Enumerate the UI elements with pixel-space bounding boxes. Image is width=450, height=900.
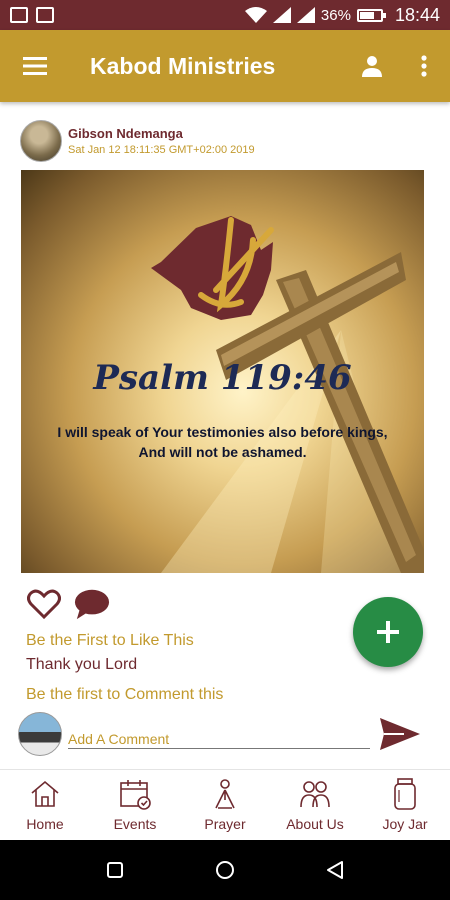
- battery-icon: [356, 8, 386, 22]
- user-avatar: [18, 712, 62, 756]
- nav-prayer-label: Prayer: [204, 816, 246, 832]
- status-bar: 36% 18:44: [0, 0, 450, 30]
- like-button[interactable]: [26, 587, 62, 621]
- battery-percentage: 36%: [320, 6, 351, 24]
- square-icon: [107, 862, 123, 878]
- send-comment-button[interactable]: [378, 714, 422, 754]
- people-icon: [300, 781, 330, 808]
- verse-line-2: And will not be ashamed.: [138, 444, 307, 460]
- post-date: Sat Jan 12 18:11:35 GMT+02:00 2019: [68, 144, 255, 156]
- nav-joy-jar-label: Joy Jar: [382, 816, 428, 832]
- image-heading: Psalm 119:46: [93, 358, 352, 398]
- nav-about[interactable]: About Us: [270, 770, 360, 840]
- author-avatar[interactable]: [20, 120, 62, 162]
- add-post-button[interactable]: [353, 597, 423, 667]
- comments-text[interactable]: Be the first to Comment this: [26, 686, 223, 704]
- plus-icon: [377, 621, 399, 643]
- send-icon: [380, 718, 420, 750]
- circle-icon: [216, 861, 234, 879]
- post-actions: [26, 587, 110, 621]
- system-navigation-bar: [0, 840, 450, 900]
- nav-about-label: About Us: [286, 816, 344, 832]
- likes-text[interactable]: Be the First to Like This: [26, 632, 194, 650]
- back-triangle-icon: [327, 861, 343, 879]
- image-icon: [10, 7, 28, 23]
- home-system-button[interactable]: [205, 850, 245, 890]
- profile-icon: [362, 56, 382, 77]
- back-button[interactable]: [315, 850, 355, 890]
- calendar-icon: [120, 780, 151, 810]
- recent-apps-button[interactable]: [95, 850, 135, 890]
- comment-composer: [18, 710, 432, 758]
- post-caption: Thank you Lord: [26, 656, 138, 673]
- nav-events[interactable]: Events: [90, 770, 180, 840]
- home-icon: [31, 780, 59, 807]
- nav-home[interactable]: Home: [0, 770, 90, 840]
- comment-button[interactable]: [74, 587, 110, 621]
- wifi-icon: [244, 7, 267, 23]
- post-author[interactable]: Gibson Ndemanga: [68, 126, 255, 141]
- prayer-icon: [215, 779, 235, 809]
- heart-icon: [27, 589, 61, 619]
- signal-icon: [296, 7, 315, 23]
- nav-events-label: Events: [113, 816, 157, 832]
- comment-input[interactable]: [68, 719, 370, 749]
- app-bar: Kabod Ministries: [0, 30, 450, 102]
- clock: 18:44: [394, 4, 440, 25]
- nav-joy-jar[interactable]: Joy Jar: [360, 770, 450, 840]
- comment-icon: [74, 589, 110, 620]
- app-title: Kabod Ministries: [90, 52, 276, 79]
- post-image[interactable]: Psalm 119:46 I will speak of Your testim…: [21, 170, 424, 573]
- more-options-button[interactable]: [398, 30, 450, 102]
- signal-icon: [272, 7, 291, 23]
- post-header: Gibson Ndemanga Sat Jan 12 18:11:35 GMT+…: [20, 118, 430, 164]
- verse-line-1: I will speak of Your testimonies also be…: [57, 424, 388, 440]
- more-icon: [421, 55, 427, 77]
- menu-button[interactable]: [0, 30, 70, 102]
- activity-icon: [36, 7, 54, 23]
- nav-home-label: Home: [26, 816, 64, 832]
- image-verse: I will speak of Your testimonies also be…: [31, 422, 414, 462]
- menu-icon: [23, 57, 47, 75]
- jar-icon: [394, 778, 416, 810]
- bottom-navigation: Home Events Prayer About Us Joy Jar: [0, 769, 450, 840]
- nav-prayer[interactable]: Prayer: [180, 770, 270, 840]
- profile-button[interactable]: [346, 30, 398, 102]
